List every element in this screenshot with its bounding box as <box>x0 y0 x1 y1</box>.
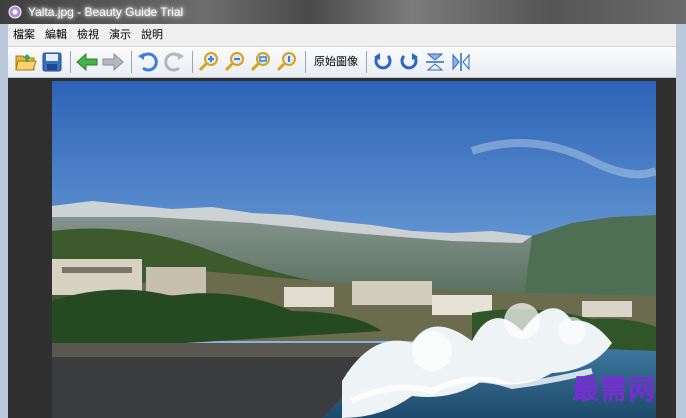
rotate-right-button[interactable] <box>397 50 421 74</box>
zoom-out-button[interactable] <box>223 50 247 74</box>
zoom-actual-button[interactable] <box>275 50 299 74</box>
open-button[interactable] <box>14 50 38 74</box>
rotate-right-icon <box>400 53 418 70</box>
window-left-frame <box>0 24 8 418</box>
app-icon <box>8 5 22 19</box>
flip-horizontal-icon <box>452 53 470 71</box>
zoom-actual-icon <box>276 52 296 72</box>
menu-view[interactable]: 檢視 <box>72 24 104 46</box>
rotate-left-button[interactable] <box>371 50 395 74</box>
menu-file[interactable]: 檔案 <box>8 24 40 46</box>
next-button[interactable] <box>101 50 125 74</box>
window-title: Yalta.jpg - Beauty Guide Trial <box>28 5 184 19</box>
redo-icon <box>164 52 184 72</box>
menu-slideshow[interactable]: 演示 <box>104 24 136 46</box>
open-folder-icon <box>15 54 37 71</box>
seafront-photo <box>52 81 656 418</box>
zoom-in-icon <box>198 52 218 72</box>
menu-edit[interactable]: 編輯 <box>40 24 72 46</box>
toolbar-separator <box>305 51 306 73</box>
original-image-button[interactable]: 原始圖像 <box>310 50 362 74</box>
flip-vertical-button[interactable] <box>423 50 447 74</box>
toolbar-separator <box>192 51 193 73</box>
next-arrow-icon <box>102 52 124 72</box>
toolbar-separator <box>366 51 367 73</box>
zoom-out-icon <box>224 52 244 72</box>
redo-button[interactable] <box>162 50 186 74</box>
save-icon <box>42 52 62 72</box>
undo-button[interactable] <box>136 50 160 74</box>
toolbar: 原始圖像 <box>8 47 676 78</box>
previous-arrow-icon <box>76 52 98 72</box>
window-titlebar[interactable]: Yalta.jpg - Beauty Guide Trial <box>0 0 686 24</box>
toolbar-separator <box>70 51 71 73</box>
menu-help[interactable]: 說明 <box>136 24 168 46</box>
window-right-frame <box>676 24 686 418</box>
zoom-in-button[interactable] <box>197 50 221 74</box>
zoom-fit-button[interactable] <box>249 50 273 74</box>
zoom-fit-icon <box>250 52 270 72</box>
save-button[interactable] <box>40 50 64 74</box>
rotate-left-icon <box>374 53 392 70</box>
menu-bar: 檔案 編輯 檢視 演示 說明 <box>8 24 676 47</box>
flip-horizontal-button[interactable] <box>449 50 473 74</box>
watermark-text: 最需网 <box>572 375 656 406</box>
undo-icon <box>138 52 158 72</box>
toolbar-separator <box>131 51 132 73</box>
previous-button[interactable] <box>75 50 99 74</box>
flip-vertical-icon <box>426 53 444 71</box>
